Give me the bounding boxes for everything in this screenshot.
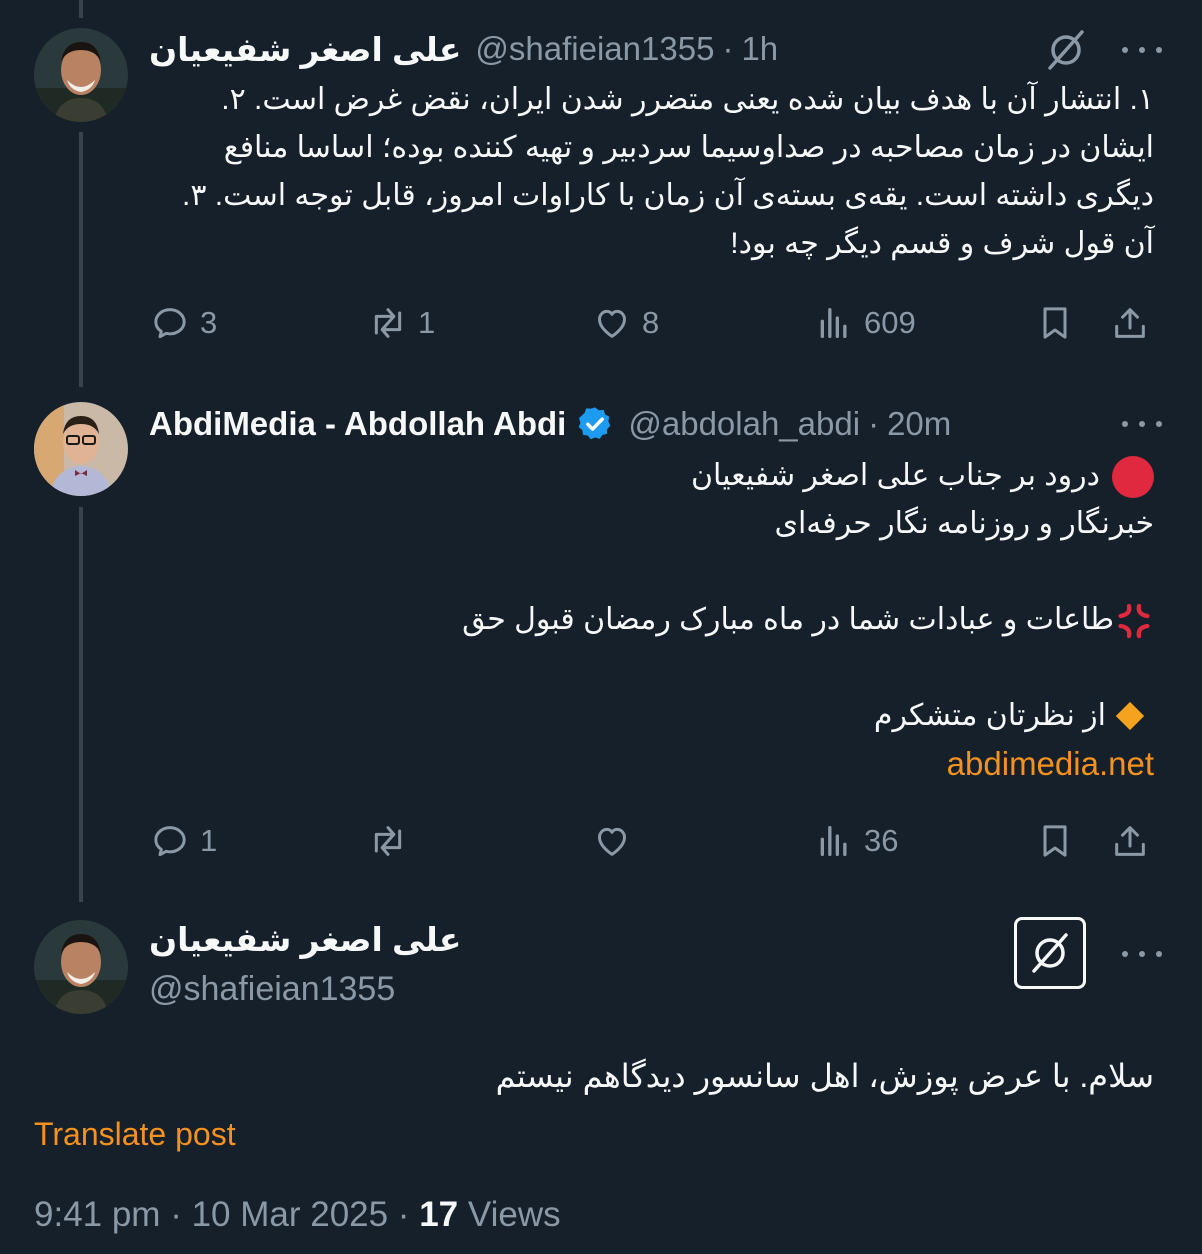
grok-icon: [1032, 933, 1068, 973]
grok-button[interactable]: [1014, 917, 1086, 989]
reply-icon: [154, 308, 186, 339]
post-meta: 9:41 pm · 10 Mar 2025 · 17 Views: [34, 1192, 561, 1238]
bookmark-button[interactable]: [1035, 819, 1075, 863]
repost-button[interactable]: 1: [368, 301, 435, 345]
author-handle[interactable]: @abdolah_abdi: [628, 405, 860, 443]
share-icon: [1115, 308, 1145, 338]
repost-count: 1: [418, 305, 436, 340]
author-name[interactable]: علی اصغر شفیعیان: [149, 30, 461, 69]
post2-header: AbdiMedia - Abdollah Abdi @abdolah_abdi …: [149, 402, 1162, 446]
more-icon[interactable]: [1122, 414, 1162, 434]
reply-button[interactable]: 3: [150, 301, 217, 345]
views-button[interactable]: 609: [814, 301, 916, 345]
post2-actions: 1 36: [150, 819, 1152, 863]
reply-count: 3: [200, 305, 218, 340]
post-timestamp[interactable]: 9:41 pm · 10 Mar 2025 ·: [34, 1195, 409, 1234]
views-icon: [820, 826, 847, 856]
avatar-shafieian[interactable]: [34, 28, 128, 122]
reply-icon: [154, 826, 186, 857]
heart-icon: [598, 309, 626, 338]
bookmark-icon: [1043, 825, 1067, 857]
post1-header: علی اصغر شفیعیان @shafieian1355 · 1h: [149, 27, 1162, 71]
like-count: 8: [642, 305, 660, 340]
post1-text: ۱. انتشار آن با هدف بیان شده یعنی متضرر …: [182, 83, 1154, 260]
avatar-abdimedia[interactable]: [34, 402, 128, 496]
more-icon[interactable]: [1122, 944, 1162, 964]
thread-line-2: [79, 507, 83, 902]
post3-author-name[interactable]: علی اصغر شفیعیان: [149, 918, 461, 962]
share-button[interactable]: [1110, 301, 1150, 345]
author-name[interactable]: AbdiMedia - Abdollah Abdi: [149, 405, 566, 443]
post-time[interactable]: 20m: [887, 405, 951, 443]
verified-badge-icon: [579, 407, 611, 440]
post-time[interactable]: 1h: [741, 30, 778, 68]
share-icon: [1115, 826, 1145, 856]
reply-count: 1: [200, 823, 218, 858]
post1-actions: 3 1 8 609: [150, 301, 1152, 345]
like-button[interactable]: 8: [592, 301, 659, 345]
views-label: Views: [467, 1195, 561, 1234]
translate-post-link[interactable]: Translate post: [34, 1112, 236, 1156]
post3-text: سلام. با عرض پوزش، اهل سانسور دیدگاهم نی…: [495, 1058, 1154, 1094]
repost-icon: [374, 308, 402, 338]
views-count: 36: [864, 823, 899, 858]
separator: ·: [868, 405, 880, 442]
separator: ·: [722, 30, 734, 67]
heart-icon: [598, 827, 626, 856]
like-button[interactable]: [592, 819, 632, 863]
repost-icon: [374, 826, 402, 856]
views-count: 609: [864, 305, 916, 340]
avatar-shafieian[interactable]: [34, 920, 128, 1014]
repost-button[interactable]: [368, 819, 408, 863]
anger-symbol-icon: [1118, 603, 1150, 639]
views-icon: [820, 308, 847, 338]
greeting-line: درود بر جناب علی اصغر شفیعیان: [150, 452, 1154, 500]
thread-line-1: [79, 132, 83, 387]
website-link[interactable]: abdimedia.net: [150, 740, 1154, 788]
title-line: خبرنگار و روزنامه نگار حرفه‌ای: [774, 507, 1154, 540]
grok-icon[interactable]: [1044, 28, 1088, 72]
orange-diamond-icon: [1115, 701, 1145, 731]
bookmark-button[interactable]: [1035, 301, 1075, 345]
more-icon[interactable]: [1122, 40, 1162, 60]
share-button[interactable]: [1110, 819, 1150, 863]
post2-text: درود بر جناب علی اصغر شفیعیان خبرنگار و …: [150, 452, 1154, 788]
author-handle[interactable]: @shafieian1355: [475, 30, 714, 68]
post3-author-handle[interactable]: @shafieian1355: [149, 966, 395, 1012]
ramadan-line: طاعات و عبادات شما در ماه مبارک رمضان قب…: [150, 596, 1154, 644]
thread-line-top: [79, 0, 83, 18]
reply-button[interactable]: 1: [150, 819, 217, 863]
thanks-line: از نظرتان متشکرم: [150, 692, 1154, 740]
views-button[interactable]: 36: [814, 819, 898, 863]
red-circle-icon: [1112, 456, 1154, 499]
bookmark-icon: [1043, 307, 1067, 339]
views-count: 17: [419, 1195, 459, 1234]
